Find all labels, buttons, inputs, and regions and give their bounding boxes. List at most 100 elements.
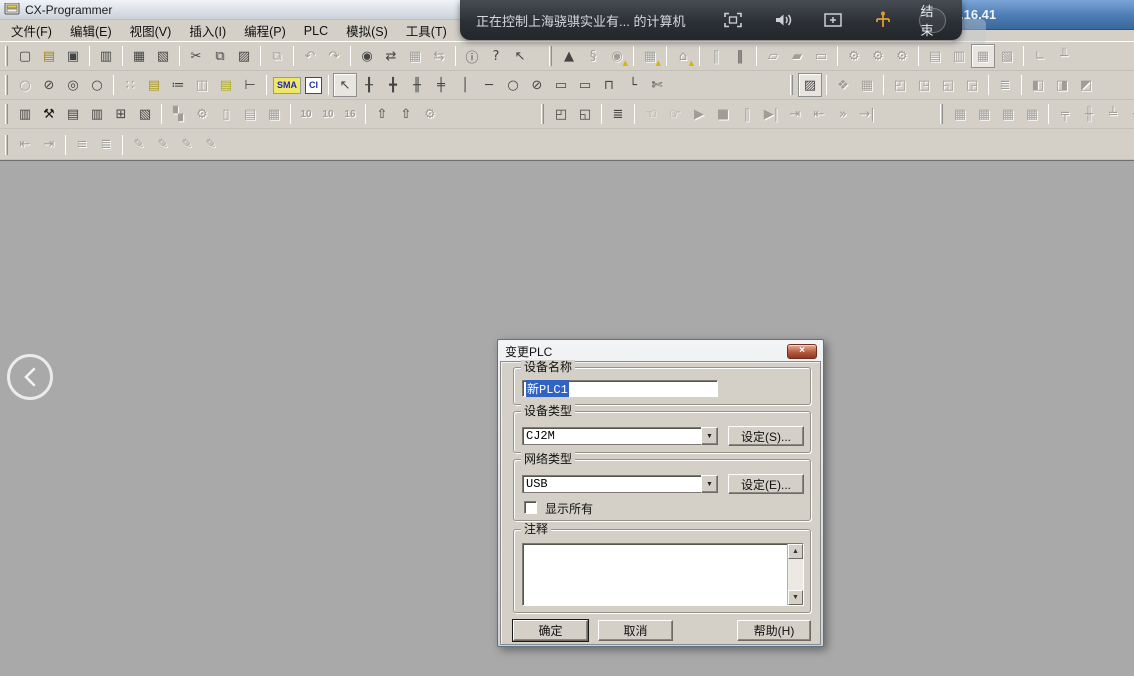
lock-b-icon[interactable]: ◳ <box>912 73 936 97</box>
memory-view-icon[interactable]: ▤ <box>238 102 262 126</box>
project-window-icon[interactable]: ▥ <box>13 102 37 126</box>
dialog-title-bar[interactable]: 变更PLC × <box>500 342 821 361</box>
info-icon[interactable]: ⓘ <box>460 44 484 68</box>
view-decimal-icon[interactable]: 10 <box>295 109 317 120</box>
step-run-icon[interactable]: ▶| <box>759 102 783 126</box>
pause-gray-icon[interactable]: ‖ <box>704 44 728 68</box>
sim-window-a-icon[interactable]: ◰ <box>549 102 573 126</box>
window-split-icon[interactable]: ◫ <box>190 73 214 97</box>
toolbar-grip[interactable] <box>790 75 793 95</box>
online-find-icon[interactable]: ◉▲ <box>605 44 629 68</box>
print-setup-icon[interactable]: ▥ <box>94 44 118 68</box>
menu-模拟s[interactable]: 模拟(S) <box>337 18 397 43</box>
help-icon[interactable]: ? <box>484 44 508 68</box>
remote-tool-icon[interactable] <box>873 10 893 30</box>
comment-scrollbar[interactable]: ▲ ▼ <box>787 544 803 605</box>
fullscreen-icon[interactable] <box>723 10 743 30</box>
edit-window-icon[interactable]: ▨ <box>798 73 822 97</box>
sim-task-list-icon[interactable]: ≣ <box>606 102 630 126</box>
volume-icon[interactable] <box>773 10 793 30</box>
contact-nc-icon[interactable]: ╋ <box>381 73 405 97</box>
sim-pause-icon[interactable]: ‖ <box>735 102 759 126</box>
menu-插入i[interactable]: 插入(I) <box>180 18 235 43</box>
paste-icon[interactable]: ▨ <box>232 44 256 68</box>
continuous-run-icon[interactable]: » <box>831 102 855 126</box>
settings-a-icon[interactable]: ⚙ <box>842 44 866 68</box>
contact-or-no-icon[interactable]: ╫ <box>405 73 429 97</box>
print-icon[interactable]: ▦ <box>127 44 151 68</box>
compile-icon[interactable]: ⚒ <box>37 102 61 126</box>
online-device-icon[interactable]: ▦▲ <box>638 44 662 68</box>
rail-d-icon[interactable]: ╨ <box>1125 102 1134 126</box>
rung-wrap-icon[interactable]: ≣ <box>94 133 118 157</box>
rung-delete-icon[interactable]: ✄ <box>645 73 669 97</box>
toolbar-grip[interactable] <box>549 46 552 66</box>
cut-icon[interactable]: ✂ <box>184 44 208 68</box>
save-icon[interactable]: ▣ <box>61 44 85 68</box>
paste-special-icon[interactable]: ⧉ <box>265 44 289 68</box>
context-help-icon[interactable]: ↖ <box>508 44 532 68</box>
coil-closed-icon[interactable]: ⊘ <box>525 73 549 97</box>
frame-c-icon[interactable]: ◩ <box>1074 73 1098 97</box>
step-trace-icon[interactable]: ∟ <box>1028 44 1052 68</box>
work-online-icon[interactable]: ▲ <box>557 44 581 68</box>
lock-c-icon[interactable]: ◱ <box>936 73 960 97</box>
menu-plc[interactable]: PLC <box>295 21 337 41</box>
address-ref-icon[interactable]: ▚ <box>166 102 190 126</box>
menu-文件f[interactable]: 文件(F) <box>2 18 61 43</box>
rack-a-icon[interactable]: ▤ <box>923 44 947 68</box>
sim-window-b-icon[interactable]: ◱ <box>573 102 597 126</box>
net-a-icon[interactable]: ▦ <box>948 102 972 126</box>
chevron-down-icon[interactable]: ▼ <box>701 427 718 445</box>
view-hex-icon[interactable]: 16 <box>339 109 361 120</box>
tree-view-icon[interactable]: ⊢ <box>238 73 262 97</box>
settings-c-icon[interactable]: ⚙ <box>890 44 914 68</box>
grid-icon[interactable]: ∷ <box>118 73 142 97</box>
scroll-up-icon[interactable]: ▲ <box>788 544 803 559</box>
toolbar-grip[interactable] <box>5 75 8 95</box>
select-mode-icon[interactable]: ↖ <box>333 73 357 97</box>
instruction-detail-icon[interactable]: ▭ <box>573 73 597 97</box>
data-trace-icon[interactable]: ▦ <box>262 102 286 126</box>
change-ab-icon[interactable]: ⇆ <box>427 44 451 68</box>
print-preview-icon[interactable]: ▧ <box>151 44 175 68</box>
contact-no-icon[interactable]: ╂ <box>357 73 381 97</box>
rail-b-icon[interactable]: ╫ <box>1077 102 1101 126</box>
scan-run-icon[interactable]: →| <box>855 102 879 126</box>
rung-list-icon[interactable]: ≔ <box>166 73 190 97</box>
rack-c-icon[interactable]: ▦ <box>971 44 995 68</box>
edit-c-icon[interactable]: ✎ <box>175 133 199 157</box>
help-button[interactable]: 帮助(H) <box>737 620 811 641</box>
step-out-icon[interactable]: ⇤ <box>807 102 831 126</box>
zoom-in-icon[interactable]: ◎ <box>61 73 85 97</box>
menu-视图v[interactable]: 视图(V) <box>121 18 181 43</box>
watch-window-icon[interactable]: ▥ <box>85 102 109 126</box>
net-d-icon[interactable]: ▦ <box>1020 102 1044 126</box>
edit-b-icon[interactable]: ✎ <box>151 133 175 157</box>
contact-or-nc-icon[interactable]: ╪ <box>429 73 453 97</box>
scroll-track[interactable] <box>788 559 803 590</box>
frame-a-icon[interactable]: ◧ <box>1026 73 1050 97</box>
device-settings-button[interactable]: 设定(S)... <box>728 426 804 446</box>
toolbar-grip[interactable] <box>940 104 943 124</box>
force-status-icon[interactable]: ⚙ <box>418 102 442 126</box>
zoom-faint-icon[interactable]: ○ <box>13 73 37 97</box>
sim-stop-icon[interactable]: ■ <box>711 102 735 126</box>
show-all-checkbox[interactable] <box>524 501 537 514</box>
properties-icon[interactable]: ▧ <box>133 102 157 126</box>
step-in-icon[interactable]: ⇥ <box>783 102 807 126</box>
menu-编辑e[interactable]: 编辑(E) <box>61 18 121 43</box>
menu-编程p[interactable]: 编程(P) <box>235 18 295 43</box>
zoom-sel-icon[interactable]: ⊘ <box>37 73 61 97</box>
rack-b-icon[interactable]: ▥ <box>947 44 971 68</box>
find-icon[interactable]: ◉ <box>355 44 379 68</box>
cancel-button[interactable]: 取消 <box>598 620 673 641</box>
toolbar-grip[interactable] <box>5 46 8 66</box>
lock-d-icon[interactable]: ◲ <box>960 73 984 97</box>
monitor-tool-icon[interactable]: ⚙ <box>190 102 214 126</box>
frame-b-icon[interactable]: ◨ <box>1050 73 1074 97</box>
find-in-table-icon[interactable]: ▦ <box>403 44 427 68</box>
close-icon[interactable]: × <box>787 344 817 359</box>
comment-note-icon[interactable]: ▤ <box>142 73 166 97</box>
monitor-mode-icon[interactable]: § <box>581 44 605 68</box>
